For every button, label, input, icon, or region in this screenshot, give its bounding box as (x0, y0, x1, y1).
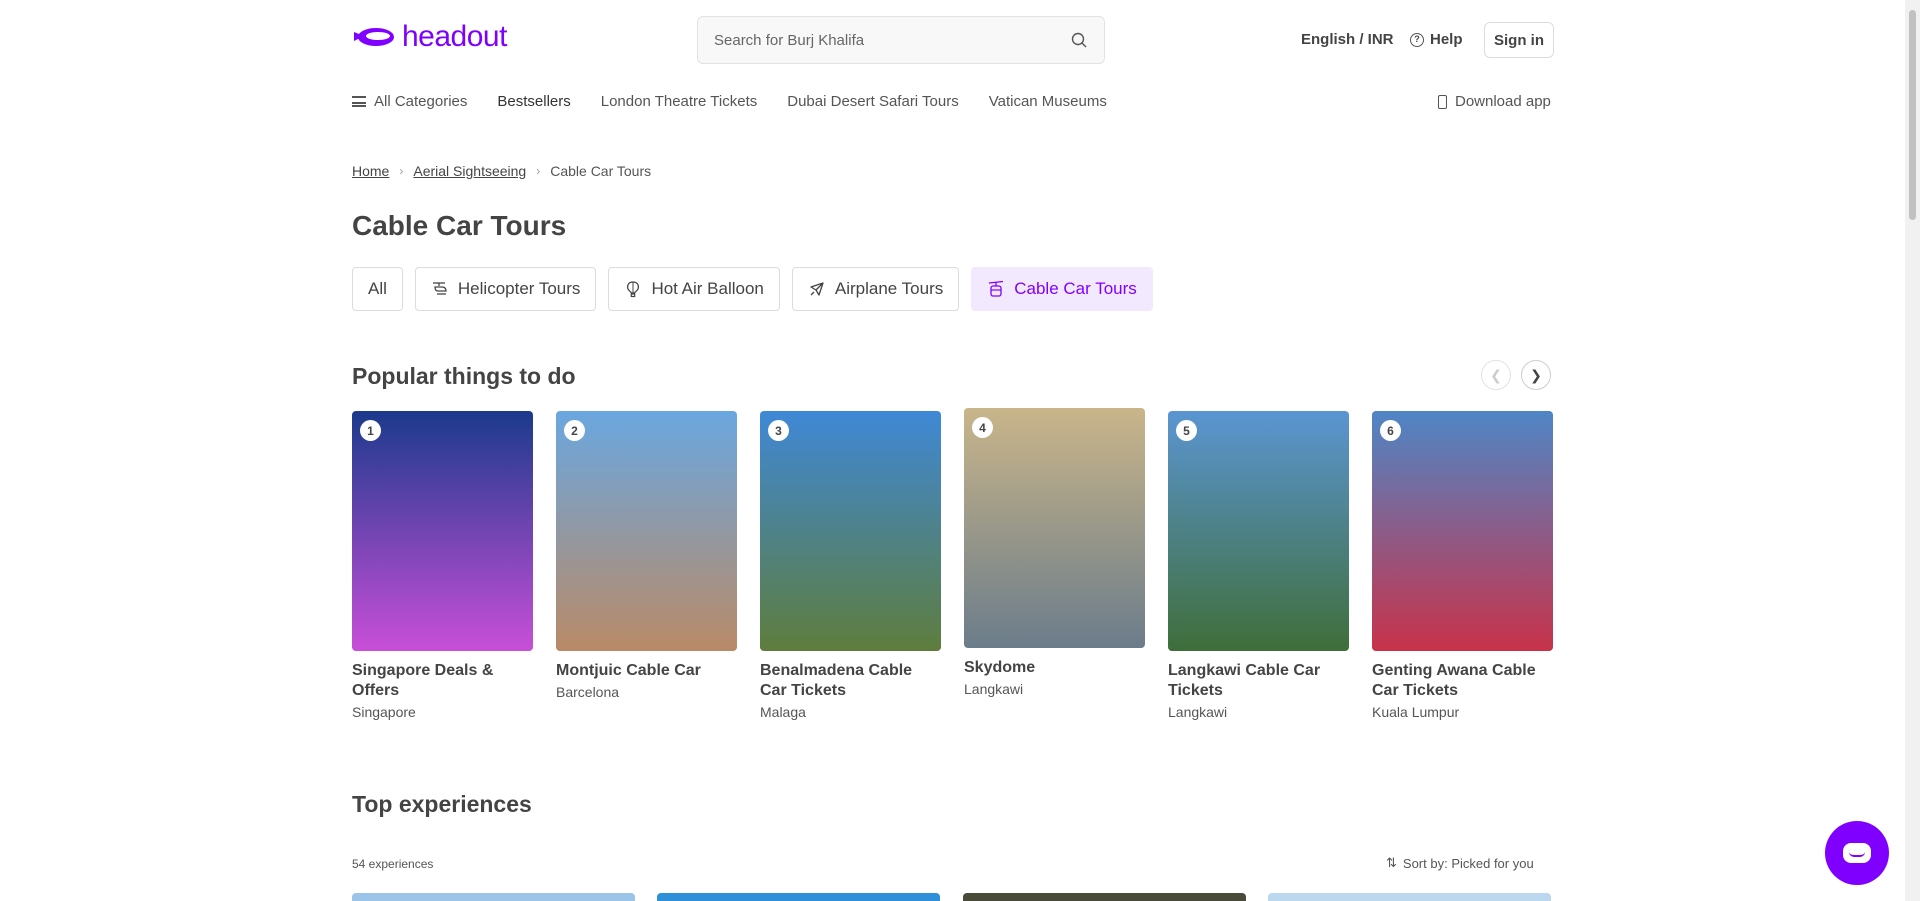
chip-all[interactable]: All (352, 267, 403, 311)
card-title: Skydome (964, 659, 1036, 676)
experience-card-preview[interactable] (1268, 893, 1551, 901)
rank-badge: 1 (360, 420, 381, 441)
popular-card[interactable]: 3 Benalmadena Cable Car Tickets Malaga (760, 411, 941, 720)
nav-vatican-museums[interactable]: Vatican Museums (989, 93, 1107, 110)
phone-icon (1438, 94, 1447, 109)
category-chips: All Helicopter Tours Hot Air Balloon Air… (352, 267, 1153, 311)
card-title: Benalmadena Cable Car Tickets (760, 662, 913, 699)
breadcrumb: Home › Aerial Sightseeing › Cable Car To… (352, 163, 651, 179)
chip-label: Cable Car Tours (1014, 279, 1137, 298)
page-title: Cable Car Tours (352, 210, 567, 241)
popular-card[interactable]: 2 Montjuic Cable Car Barcelona (556, 411, 737, 700)
chip-label: Hot Air Balloon (651, 279, 764, 298)
help-icon: ? (1410, 32, 1424, 47)
card-title: Langkawi Cable Car Tickets (1168, 662, 1321, 699)
card-title: Montjuic Cable Car (556, 662, 701, 679)
breadcrumb-home[interactable]: Home (352, 163, 389, 179)
sort-label: Sort by: Picked for you (1402, 855, 1534, 871)
card-image: 4 (964, 408, 1145, 648)
experience-card-preview[interactable] (352, 893, 635, 901)
sort-dropdown[interactable]: ⇅ Sort by: Picked for you (1386, 855, 1534, 871)
rank-badge: 6 (1380, 420, 1401, 441)
card-image: 5 (1168, 411, 1349, 651)
download-app-label: Download app (1455, 93, 1551, 110)
nav-dubai-desert-safari[interactable]: Dubai Desert Safari Tours (787, 93, 958, 110)
card-title: Singapore Deals & Offers (352, 662, 494, 699)
logo-text: headout (402, 20, 507, 53)
top-experiences-title: Top experiences (352, 791, 532, 817)
popular-card[interactable]: 1 Singapore Deals & Offers Singapore (352, 411, 533, 720)
breadcrumb-current: Cable Car Tours (550, 163, 652, 179)
download-app-link[interactable]: Download app (1438, 93, 1551, 110)
language-currency-selector[interactable]: English / INR (1301, 31, 1394, 48)
chevron-right-icon: ❯ (1530, 366, 1542, 383)
breadcrumb-aerial-sightseeing[interactable]: Aerial Sightseeing (413, 163, 526, 179)
sort-icon: ⇅ (1386, 855, 1397, 870)
logo-mark-icon (354, 28, 394, 46)
page-scrollbar[interactable] (1905, 0, 1920, 901)
card-location: Malaga (760, 704, 806, 720)
chat-icon (1843, 843, 1871, 863)
search-placeholder: Search for Burj Khalifa (714, 31, 865, 49)
headout-logo[interactable]: headout (352, 22, 507, 52)
experience-count: 54 experiences (352, 857, 434, 871)
card-image: 6 (1372, 411, 1553, 651)
balloon-icon (627, 281, 640, 298)
help-label: Help (1430, 31, 1463, 48)
rank-badge: 2 (564, 420, 585, 441)
chip-cable-car-tours[interactable]: Cable Car Tours (971, 267, 1153, 311)
chip-helicopter-tours[interactable]: Helicopter Tours (414, 267, 597, 311)
card-image: 2 (556, 411, 737, 651)
popular-section-title: Popular things to do (352, 363, 576, 389)
help-link[interactable]: ? Help (1410, 31, 1463, 48)
card-location: Kuala Lumpur (1372, 704, 1460, 720)
chevron-left-icon: ❮ (1490, 366, 1502, 383)
experience-card-preview[interactable] (657, 893, 940, 901)
nav-london-theatre[interactable]: London Theatre Tickets (601, 93, 758, 110)
card-location: Singapore (352, 704, 416, 720)
search-icon[interactable] (1070, 31, 1088, 49)
popular-card[interactable]: 4 Skydome Langkawi (964, 408, 1145, 697)
chip-hot-air-balloon[interactable]: Hot Air Balloon (608, 267, 780, 311)
chip-label: Airplane Tours (834, 279, 944, 298)
nav-all-categories[interactable]: All Categories (352, 93, 467, 110)
helicopter-icon (432, 282, 447, 295)
card-location: Langkawi (964, 681, 1024, 697)
nav-all-categories-label: All Categories (374, 93, 468, 110)
carousel-prev-button[interactable]: ❮ (1481, 360, 1511, 390)
popular-card[interactable]: 5 Langkawi Cable Car Tickets Langkawi (1168, 411, 1349, 720)
chevron-right-icon: › (536, 164, 541, 178)
card-image: 3 (760, 411, 941, 651)
nav-bestsellers[interactable]: Bestsellers (497, 93, 570, 110)
card-image: 1 (352, 411, 533, 651)
menu-icon (352, 96, 366, 107)
sign-in-button[interactable]: Sign in (1484, 22, 1554, 58)
rank-badge: 3 (768, 420, 789, 441)
rank-badge: 5 (1176, 420, 1197, 441)
category-nav: All Categories Bestsellers London Theatr… (352, 93, 1137, 110)
chip-label: All (368, 279, 387, 298)
cable-car-icon (989, 280, 1004, 297)
rank-badge: 4 (972, 417, 993, 438)
search-input[interactable]: Search for Burj Khalifa (697, 16, 1105, 64)
airplane-icon (810, 282, 824, 296)
chip-label: Helicopter Tours (457, 279, 581, 298)
card-location: Barcelona (556, 684, 620, 700)
chevron-right-icon: › (399, 164, 404, 178)
popular-card[interactable]: 6 Genting Awana Cable Car Tickets Kuala … (1372, 411, 1553, 720)
chat-button[interactable] (1825, 821, 1889, 885)
carousel-next-button[interactable]: ❯ (1521, 360, 1551, 390)
card-location: Langkawi (1168, 704, 1228, 720)
scrollbar-thumb[interactable] (1909, 10, 1916, 220)
chip-airplane-tours[interactable]: Airplane Tours (791, 267, 960, 311)
card-title: Genting Awana Cable Car Tickets (1372, 662, 1536, 699)
experience-card-preview[interactable] (963, 893, 1246, 901)
